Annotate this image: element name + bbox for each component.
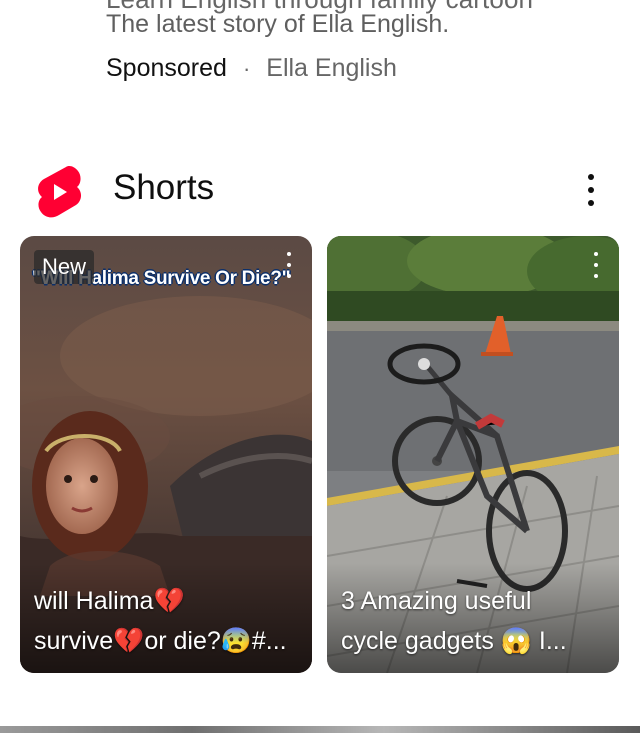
new-badge: New [34,250,95,284]
short-card[interactable]: 3 Amazing useful cycle gadgets 😱 I... [327,236,619,673]
short-title: will Halima💔 survive💔or die?😰#... [34,581,302,661]
more-vert-icon[interactable] [578,170,604,210]
short-card[interactable]: "Will Halima Survive Or Die?" New will H… [20,236,312,673]
short-title-line: cycle gadgets 😱 I... [341,627,567,655]
ad-meta: Sponsored · Ella English [106,54,397,83]
next-item-edge [0,726,640,733]
advertiser-name[interactable]: Ella English [266,54,397,83]
short-title-line: will Halima💔 [34,587,185,615]
section-title: Shorts [113,168,215,207]
shorts-header: Shorts [0,160,640,220]
more-vert-icon[interactable] [282,252,296,278]
short-title-line: survive💔or die?😰#... [34,627,287,655]
sponsored-label: Sponsored [106,54,227,82]
youtube-shorts-logo-icon [38,166,82,218]
short-title: 3 Amazing useful cycle gadgets 😱 I... [341,581,609,661]
short-title-line: 3 Amazing useful [341,587,532,615]
ad-description[interactable]: The latest story of Ella English. [106,10,449,39]
page: Learn English through family cartoon The… [0,0,640,733]
more-vert-icon[interactable] [589,252,603,278]
meta-separator: · [242,55,251,81]
